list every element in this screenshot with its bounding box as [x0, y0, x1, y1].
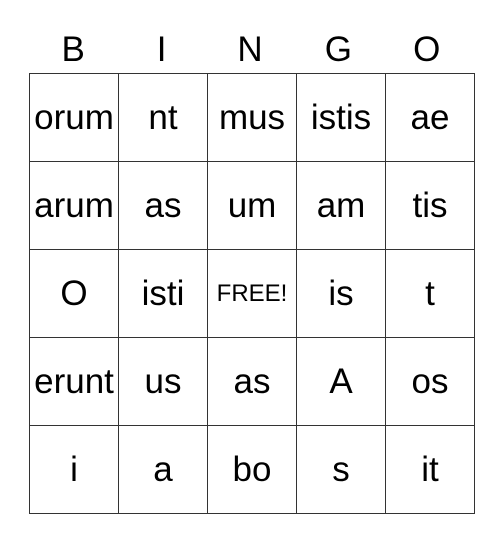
card-cell: orum	[29, 73, 119, 162]
card-cell: nt	[118, 73, 208, 162]
card-cell: i	[29, 425, 119, 514]
card-cell: is	[296, 249, 386, 338]
card-cell: A	[296, 337, 386, 426]
header-letter-i: I	[156, 30, 167, 69]
card-cell: mus	[207, 73, 297, 162]
bingo-header: B I N G O	[29, 28, 471, 72]
card-row: O isti FREE! is t	[29, 249, 475, 338]
header-letter-n: N	[237, 30, 263, 69]
card-cell: us	[118, 337, 208, 426]
card-cell: tis	[385, 161, 475, 250]
header-letter-g: G	[324, 30, 352, 69]
card-row: i a bo s it	[29, 425, 475, 514]
header-letter-b: B	[61, 30, 85, 69]
card-cell: t	[385, 249, 475, 338]
card-cell: am	[296, 161, 386, 250]
card-cell: a	[118, 425, 208, 514]
card-cell: bo	[207, 425, 297, 514]
card-cell: os	[385, 337, 475, 426]
card-cell: O	[29, 249, 119, 338]
card-row: erunt us as A os	[29, 337, 475, 426]
card-cell: s	[296, 425, 386, 514]
card-cell: istis	[296, 73, 386, 162]
card-cell: um	[207, 161, 297, 250]
card-row: arum as um am tis	[29, 161, 475, 250]
card-cell: isti	[118, 249, 208, 338]
card-cell: ae	[385, 73, 475, 162]
bingo-card: orum nt mus istis ae arum as um am tis O…	[29, 73, 475, 514]
card-cell: arum	[29, 161, 119, 250]
card-cell: as	[207, 337, 297, 426]
card-cell: erunt	[29, 337, 119, 426]
free-space-cell: FREE!	[207, 249, 297, 338]
card-row: orum nt mus istis ae	[29, 73, 475, 162]
card-cell: as	[118, 161, 208, 250]
header-letter-o: O	[413, 30, 441, 69]
card-cell: it	[385, 425, 475, 514]
